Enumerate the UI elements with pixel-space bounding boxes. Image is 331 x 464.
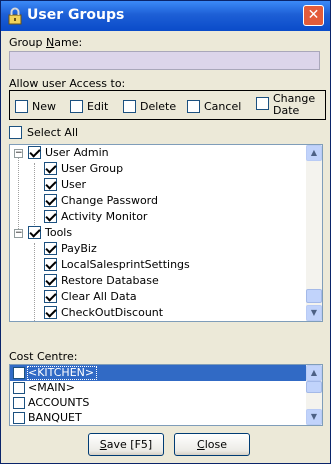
scroll-up-button[interactable]: ▲ [306, 145, 322, 161]
arrow-up-icon: ▲ [310, 148, 318, 157]
scroll-down-button[interactable]: ▼ [306, 305, 322, 321]
scroll-thumb[interactable] [306, 381, 322, 393]
tree-node-label: User Group [61, 162, 124, 175]
arrow-up-icon: ▲ [310, 368, 318, 377]
tree-node-label: LocalSalesprintSettings [61, 258, 190, 271]
tree-node-local-salesprint-settings[interactable]: LocalSalesprintSettings [10, 257, 308, 273]
tree-node-label: User [61, 178, 87, 191]
cancel-checkbox[interactable] [187, 100, 200, 113]
select-all-checkbox[interactable] [9, 126, 22, 139]
scroll-thumb[interactable] [306, 289, 322, 303]
allow-access-label: Allow user Access to: [9, 77, 126, 90]
checkout-discount-checkbox[interactable] [44, 306, 57, 319]
tree-node-checkout-discount[interactable]: CheckOutDiscount [10, 305, 308, 321]
cost-centre-item[interactable]: ACCOUNTS [10, 395, 308, 411]
cost-centre-item-label: <MAIN> [28, 381, 75, 394]
arrow-down-icon: ▼ [310, 308, 318, 317]
new-label: New [32, 100, 56, 113]
delete-label: Delete [140, 100, 177, 113]
tree-scrollbar[interactable]: ▲ ▼ [306, 145, 322, 321]
cost-centre-scrollbar[interactable]: ▲ ▼ [306, 365, 322, 425]
cost-centre-item[interactable]: <MAIN> [10, 380, 308, 396]
collapse-icon[interactable]: − [14, 229, 23, 238]
access-options-group: New Edit Delete Cancel Change Date [9, 90, 326, 120]
user-groups-window: User Groups ✕ Group Name: Allow user Acc… [0, 0, 331, 464]
save-button[interactable]: Save [F5] [88, 433, 164, 456]
arrow-down-icon: ▼ [310, 412, 318, 421]
cost-centre-label: Cost Centre: [9, 350, 78, 363]
window-title: User Groups [27, 7, 125, 23]
cost-centre-item[interactable]: BANQUET [10, 410, 308, 425]
tree-node-user-admin[interactable]: − User Admin [10, 145, 308, 161]
tree-node-label: Restore Database [61, 274, 159, 287]
tree-node-user-group[interactable]: User Group [10, 161, 308, 177]
group-name-label: Group Name: [9, 36, 83, 49]
cancel-label: Cancel [204, 100, 242, 113]
tree-node-activity-monitor[interactable]: Activity Monitor [10, 209, 308, 225]
tree-node-label: Change Password [61, 194, 158, 207]
cost-centre-item-label: BANQUET [28, 411, 82, 424]
tree-node-label: Tools [45, 226, 73, 239]
close-button[interactable]: Close [174, 433, 250, 456]
restore-database-checkbox[interactable] [44, 274, 57, 287]
clear-all-data-checkbox[interactable] [44, 290, 57, 303]
activity-monitor-checkbox[interactable] [44, 210, 57, 223]
cost-centre-list: <KITCHEN> <MAIN> ACCOUNTS BANQUET ▲ ▼ [9, 364, 323, 426]
change-password-checkbox[interactable] [44, 194, 57, 207]
accounts-checkbox[interactable] [13, 397, 25, 409]
cost-centre-item-label: ACCOUNTS [28, 396, 90, 409]
user-admin-checkbox[interactable] [28, 146, 41, 159]
tree-node-clear-all-data[interactable]: Clear All Data [10, 289, 308, 305]
change-date-checkbox[interactable] [256, 97, 269, 110]
delete-checkbox[interactable] [123, 100, 136, 113]
tree-node-label: Clear All Data [61, 290, 137, 303]
local-salesprint-settings-checkbox[interactable] [44, 258, 57, 271]
kitchen-checkbox[interactable] [13, 367, 25, 379]
paybiz-checkbox[interactable] [44, 242, 57, 255]
close-window-button[interactable]: ✕ [303, 5, 324, 26]
close-icon: ✕ [307, 7, 320, 23]
lock-icon [8, 7, 22, 25]
scroll-down-button[interactable]: ▼ [306, 409, 322, 425]
tree-node-label: CheckOutDiscount [61, 306, 164, 319]
tree-node-paybiz[interactable]: PayBiz [10, 241, 308, 257]
user-checkbox[interactable] [44, 178, 57, 191]
edit-label: Edit [87, 100, 109, 113]
cost-centre-item[interactable]: <KITCHEN> [10, 365, 308, 381]
tree-node-label: PayBiz [61, 242, 97, 255]
tree-node-label: User Admin [45, 146, 109, 159]
tree-node-user[interactable]: User [10, 177, 308, 193]
tree-node-restore-database[interactable]: Restore Database [10, 273, 308, 289]
tools-checkbox[interactable] [28, 226, 41, 239]
tree-node-label: Activity Monitor [61, 210, 148, 223]
cost-centre-item-label: <KITCHEN> [28, 366, 95, 379]
change-date-label: Change Date [273, 92, 316, 117]
new-checkbox[interactable] [15, 100, 28, 113]
select-all-label: Select All [27, 126, 79, 139]
user-group-checkbox[interactable] [44, 162, 57, 175]
scroll-up-button[interactable]: ▲ [306, 365, 322, 381]
collapse-icon[interactable]: − [14, 149, 23, 158]
banquet-checkbox[interactable] [13, 412, 25, 424]
main-checkbox[interactable] [13, 382, 25, 394]
permissions-tree: − User Admin User Group User Change Pass… [9, 144, 323, 322]
title-bar[interactable]: User Groups ✕ [1, 1, 330, 31]
edit-checkbox[interactable] [70, 100, 83, 113]
tree-node-change-password[interactable]: Change Password [10, 193, 308, 209]
tree-node-tools[interactable]: − Tools [10, 225, 308, 241]
group-name-input[interactable] [9, 51, 320, 70]
